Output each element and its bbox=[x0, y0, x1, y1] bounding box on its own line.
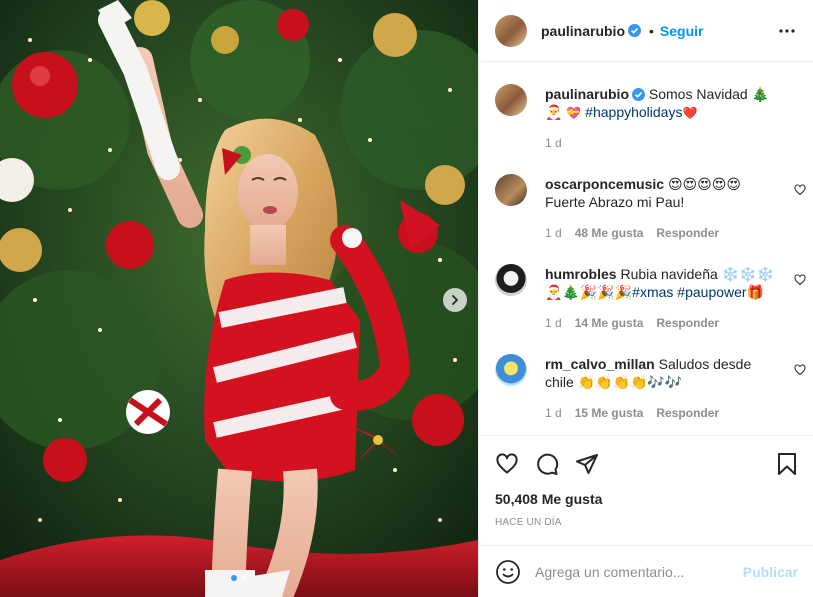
commenter-avatar[interactable] bbox=[495, 354, 527, 386]
commenter-username[interactable]: rm_calvo_millan bbox=[545, 356, 655, 372]
comment-reply-button[interactable]: Responder bbox=[656, 406, 719, 420]
header-separator: • bbox=[649, 22, 654, 39]
comment-like-heart-icon[interactable] bbox=[794, 274, 806, 286]
carousel-dot bbox=[241, 575, 247, 581]
publish-button[interactable]: Publicar bbox=[743, 564, 798, 580]
caption-username[interactable]: paulinarubio bbox=[545, 86, 629, 102]
post-photo[interactable] bbox=[0, 0, 478, 597]
carousel-dot-active bbox=[231, 575, 237, 581]
comment-hashtag-xmas[interactable]: #xmas bbox=[632, 284, 673, 300]
author-username[interactable]: paulinarubio bbox=[541, 23, 625, 39]
carousel-next-button[interactable] bbox=[443, 288, 467, 312]
comment-input[interactable] bbox=[535, 559, 725, 585]
share-icon[interactable] bbox=[575, 452, 599, 476]
likes-count[interactable]: 50,408 Me gusta bbox=[495, 491, 602, 507]
author-avatar[interactable] bbox=[495, 14, 527, 47]
comment-likes[interactable]: 15 Me gusta bbox=[575, 406, 644, 420]
more-options-icon[interactable] bbox=[778, 22, 796, 40]
comments-list[interactable]: paulinarubio Somos Navidad 🎄🎅 💝 #happyho… bbox=[479, 62, 813, 435]
comment-emoji: 🎅🎄🎉🎉🎉 bbox=[545, 284, 633, 300]
comment-meta: 1 d 48 Me gusta Responder bbox=[545, 226, 719, 240]
commenter-avatar[interactable] bbox=[495, 264, 527, 296]
comment-hashtag-paupower[interactable]: #paupower bbox=[677, 284, 746, 300]
comment-time[interactable]: 1 d bbox=[545, 316, 562, 330]
caption-avatar[interactable] bbox=[495, 84, 527, 116]
comment-meta: 1 d 14 Me gusta Responder bbox=[545, 316, 719, 330]
comment-body: rm_calvo_millan Saludos desde chile 👏👏👏👏… bbox=[545, 355, 781, 391]
comment-likes[interactable]: 14 Me gusta bbox=[575, 316, 644, 330]
verified-badge-icon bbox=[632, 88, 645, 101]
caption-meta: 1 d bbox=[545, 136, 562, 150]
post-actions: 50,408 Me gusta HACE UN DÍA bbox=[479, 435, 813, 545]
commenter-username[interactable]: humrobles bbox=[545, 266, 617, 282]
comment-like-heart-icon[interactable] bbox=[794, 364, 806, 376]
save-icon[interactable] bbox=[776, 452, 798, 476]
comment-likes[interactable]: 48 Me gusta bbox=[575, 226, 644, 240]
emoji-icon[interactable] bbox=[495, 559, 521, 585]
commenter-username[interactable]: oscarponcemusic bbox=[545, 176, 664, 192]
comment-body: humrobles Rubia navideña ❄️❄️❄️ 🎅🎄🎉🎉🎉#xm… bbox=[545, 265, 781, 301]
comment-icon[interactable] bbox=[535, 452, 559, 476]
comment-text: Rubia navideña ❄️❄️❄️ bbox=[620, 266, 774, 282]
comment-body: oscarponcemusic 😍😍😍😍😍Fuerte Abrazo mi Pa… bbox=[545, 175, 781, 211]
comment-time[interactable]: 1 d bbox=[545, 406, 562, 420]
comment-gift-emoji: 🎁 bbox=[746, 284, 765, 300]
caption-hashtag[interactable]: #happyholidays bbox=[585, 104, 682, 120]
post-sidebar: paulinarubio • Seguir paulinarubio Somos… bbox=[478, 0, 813, 597]
commenter-avatar[interactable] bbox=[495, 174, 527, 206]
comment-time[interactable]: 1 d bbox=[545, 226, 562, 240]
caption-emoji: 💝 bbox=[566, 106, 582, 120]
caption-time[interactable]: 1 d bbox=[545, 136, 562, 150]
heart-icon[interactable] bbox=[495, 452, 519, 476]
comment-reply-button[interactable]: Responder bbox=[656, 226, 719, 240]
verified-badge-icon bbox=[628, 24, 641, 37]
chevron-right-icon bbox=[452, 295, 458, 305]
instagram-post: paulinarubio • Seguir paulinarubio Somos… bbox=[0, 0, 813, 597]
comment-meta: 1 d 15 Me gusta Responder bbox=[545, 406, 719, 420]
carousel-indicator bbox=[0, 575, 478, 581]
christmas-photo-illustration bbox=[0, 0, 478, 597]
post-date[interactable]: HACE UN DÍA bbox=[495, 517, 562, 528]
comment-composer: Publicar bbox=[479, 545, 813, 597]
comment-like-heart-icon[interactable] bbox=[794, 184, 806, 196]
comment-reply-button[interactable]: Responder bbox=[656, 316, 719, 330]
follow-button[interactable]: Seguir bbox=[660, 23, 704, 39]
caption-body: paulinarubio Somos Navidad 🎄🎅 💝 #happyho… bbox=[545, 85, 781, 122]
post-header: paulinarubio • Seguir bbox=[479, 0, 813, 62]
caption-heart-emoji: ❤️ bbox=[682, 106, 698, 120]
